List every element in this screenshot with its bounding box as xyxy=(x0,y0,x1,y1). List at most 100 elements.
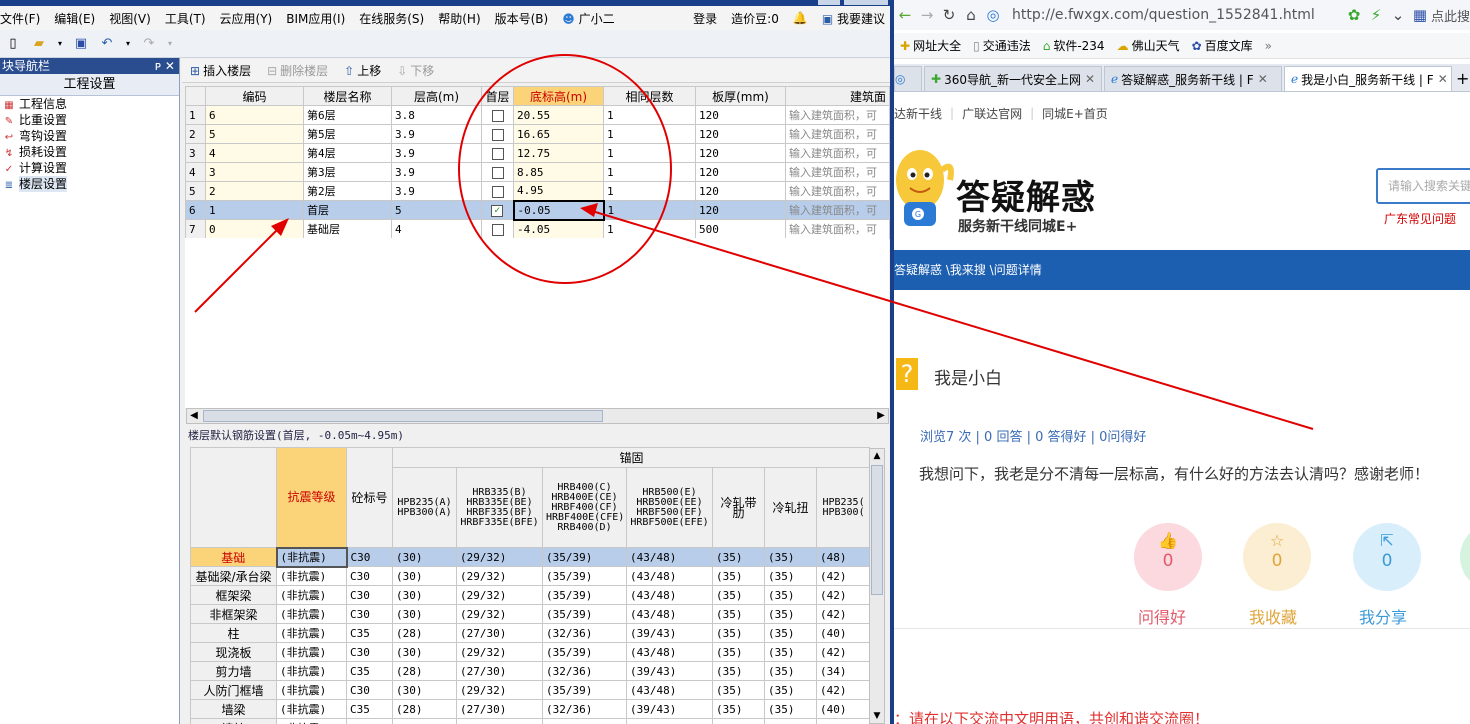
floor-code-cell[interactable]: 2 xyxy=(205,181,304,201)
anchorage-value-cell[interactable]: (35) xyxy=(712,680,765,700)
redo-icon[interactable]: ↷ xyxy=(140,36,158,52)
anchorage-value-cell[interactable]: (29/32) xyxy=(456,604,543,624)
tab-question-active[interactable]: ℯ 我是小白_服务新干线 | F ✕ xyxy=(1284,66,1452,91)
anchorage-value-cell[interactable]: (29/32) xyxy=(456,642,543,662)
favorite-button[interactable]: ☆ 0 xyxy=(1243,523,1311,591)
floor-row[interactable]: 4 3 第3层 3.9 8.85 1 120 输入建筑面积，可 xyxy=(185,162,890,182)
anchorage-value-cell[interactable]: (28) xyxy=(392,718,457,724)
chevron-down-icon[interactable]: ⌄ xyxy=(1387,6,1409,24)
bottom-elevation-cell[interactable]: 12.75 xyxy=(513,143,604,163)
nav-item-loss[interactable]: ↯ 损耗设置 xyxy=(0,144,179,160)
forward-icon[interactable]: → xyxy=(916,6,938,24)
anchorage-value-cell[interactable]: (35/39) xyxy=(542,547,627,567)
slab-thickness-cell[interactable]: 120 xyxy=(695,143,786,163)
rebar-row[interactable]: 墙柱(非抗震)C35(28)(27/30)(32/36)(39/43)(35)(… xyxy=(190,718,870,724)
floor-name-cell[interactable]: 第3层 xyxy=(303,162,392,182)
floor-code-cell[interactable]: 0 xyxy=(205,219,304,239)
mascot-logo-icon[interactable]: G xyxy=(894,140,956,240)
floor-name-cell[interactable]: 首层 xyxy=(303,200,392,220)
menu-file[interactable]: 文件(F) xyxy=(0,10,47,27)
search-input[interactable]: 请输入搜索关键 xyxy=(1376,168,1470,204)
anchorage-value-cell[interactable]: (35) xyxy=(764,547,817,567)
nav-section-header[interactable]: 工程设置 xyxy=(0,74,179,96)
concrete-grade-cell[interactable]: C30 xyxy=(346,566,393,586)
vertical-scrollbar[interactable]: ▲ ▼ xyxy=(869,448,885,724)
anchorage-value-cell[interactable]: (28) xyxy=(392,699,457,719)
anchorage-value-cell[interactable]: (35/39) xyxy=(542,566,627,586)
bookmark-item[interactable]: ⌂ 软件-234 xyxy=(1037,37,1111,54)
anchorage-value-cell[interactable]: (27/30) xyxy=(456,718,543,724)
first-floor-checkbox-cell[interactable] xyxy=(481,143,514,163)
concrete-grade-cell[interactable]: C30 xyxy=(346,604,393,624)
close-tab-icon[interactable]: ✕ xyxy=(1085,72,1095,86)
col-header-concrete[interactable]: 砼标号 xyxy=(346,447,393,548)
close-tab-icon[interactable]: ✕ xyxy=(1438,72,1448,86)
anchorage-value-cell[interactable]: (30) xyxy=(392,547,457,567)
scroll-right-icon[interactable]: ▶ xyxy=(874,409,888,423)
save-icon[interactable]: ▣ xyxy=(72,36,90,52)
same-floor-count-cell[interactable]: 1 xyxy=(603,105,696,125)
nav-item-project-info[interactable]: ▦ 工程信息 xyxy=(0,96,179,112)
tab-partial[interactable]: ◎ xyxy=(894,66,922,91)
anchorage-value-cell[interactable]: (43/48) xyxy=(626,547,713,567)
move-down-button[interactable]: ⇩ 下移 xyxy=(389,62,442,79)
concrete-grade-cell[interactable]: C35 xyxy=(346,699,393,719)
anchorage-value-cell[interactable]: (43/48) xyxy=(626,680,713,700)
close-tab-icon[interactable]: ✕ xyxy=(1258,72,1268,86)
bookmark-item[interactable]: ✚ 网址大全 xyxy=(894,37,967,54)
bottom-elevation-cell[interactable]: -0.05 xyxy=(512,199,605,221)
first-floor-checkbox-cell[interactable] xyxy=(481,181,514,201)
anchorage-value-cell[interactable]: (35/39) xyxy=(542,680,627,700)
first-floor-checkbox-cell[interactable]: ✓ xyxy=(481,200,514,220)
concrete-grade-cell[interactable]: C30 xyxy=(346,547,393,567)
col-header-seismic-grade[interactable]: 抗震等级 xyxy=(276,447,347,548)
floor-name-cell[interactable]: 第2层 xyxy=(303,181,392,201)
search-engine-icon[interactable]: ▦ xyxy=(1409,6,1431,24)
slab-thickness-cell[interactable]: 120 xyxy=(695,124,786,144)
col-header-rebar-grade[interactable]: HPB235( HPB300( xyxy=(815,467,870,548)
anchorage-value-cell[interactable]: (35/39) xyxy=(542,585,627,605)
anchorage-value-cell[interactable]: (35) xyxy=(712,604,765,624)
col-header-rebar-grade[interactable]: HPB235(A) HPB300(A) xyxy=(392,467,457,548)
url-input[interactable]: http://e.fwxgx.com/question_1552841.html xyxy=(1012,7,1315,23)
checkbox-icon[interactable] xyxy=(491,147,504,160)
floor-row[interactable]: 1 6 第6层 3.8 20.55 1 120 输入建筑面积，可 xyxy=(185,105,890,125)
nav-item-floor[interactable]: ≣ 楼层设置 xyxy=(0,176,179,192)
first-floor-checkbox-cell[interactable] xyxy=(481,162,514,182)
slab-thickness-cell[interactable]: 120 xyxy=(695,105,786,125)
rebar-row[interactable]: 现浇板 (非抗震) C30 (30) (29/32) (35/39) (43/48) (35)… xyxy=(190,642,870,662)
bookmark-item[interactable]: ▯ 交通违法 xyxy=(967,37,1037,54)
nav-item-calc[interactable]: ✓ 计算设置 xyxy=(0,160,179,176)
slab-thickness-cell[interactable]: 120 xyxy=(695,162,786,182)
anchorage-value-cell[interactable]: (43/48) xyxy=(626,585,713,605)
same-floor-count-cell[interactable]: 1 xyxy=(603,124,696,144)
anchorage-value-cell[interactable]: (42) xyxy=(815,585,870,605)
anchorage-value-cell[interactable]: (42) xyxy=(815,680,870,700)
anchorage-value-cell[interactable]: (39/43) xyxy=(626,718,713,724)
anchorage-value-cell[interactable]: (39/43) xyxy=(626,623,713,643)
nav-item-density[interactable]: ✎ 比重设置 xyxy=(0,112,179,128)
building-area-cell[interactable]: 输入建筑面积，可 xyxy=(785,200,890,220)
menu-assistant[interactable]: ☻ 广小二 xyxy=(555,10,621,27)
bookmark-item[interactable]: ✿ 百度文库 xyxy=(1186,37,1259,54)
checkbox-icon[interactable] xyxy=(491,223,504,236)
anchorage-value-cell[interactable]: (28) xyxy=(392,661,457,681)
floor-row[interactable]: 5 2 第2层 3.9 4.95 1 120 输入建筑面积，可 xyxy=(185,181,890,201)
col-header-rebar-grade[interactable]: 冷轧带肋 xyxy=(712,467,765,548)
horizontal-scrollbar[interactable]: ◀ ▶ xyxy=(186,408,889,424)
anchorage-value-cell[interactable]: (35) xyxy=(764,566,817,586)
floor-row[interactable]: 6 1 首层 5 ✓ -0.05 1 120 输入建筑面积，可 xyxy=(185,199,890,221)
nav-item-hook[interactable]: ↩ 弯钩设置 xyxy=(0,128,179,144)
anchorage-value-cell[interactable]: (35) xyxy=(764,642,817,662)
new-file-icon[interactable]: ▯ xyxy=(4,36,22,52)
seismic-grade-cell[interactable]: (非抗震) xyxy=(276,680,347,700)
tab-answers[interactable]: ℯ 答疑解惑_服务新干线 | F ✕ xyxy=(1104,66,1282,91)
anchorage-value-cell[interactable]: (35) xyxy=(764,680,817,700)
floor-height-cell[interactable]: 3.9 xyxy=(391,143,482,163)
seismic-grade-cell[interactable]: (非抗震) xyxy=(276,642,347,662)
anchorage-value-cell[interactable]: (29/32) xyxy=(456,547,543,567)
site-link[interactable]: 广联达官网 xyxy=(954,105,1030,122)
scroll-down-icon[interactable]: ▼ xyxy=(870,709,884,723)
dropdown-icon[interactable]: ▾ xyxy=(124,36,132,52)
checkbox-icon[interactable] xyxy=(491,128,504,141)
